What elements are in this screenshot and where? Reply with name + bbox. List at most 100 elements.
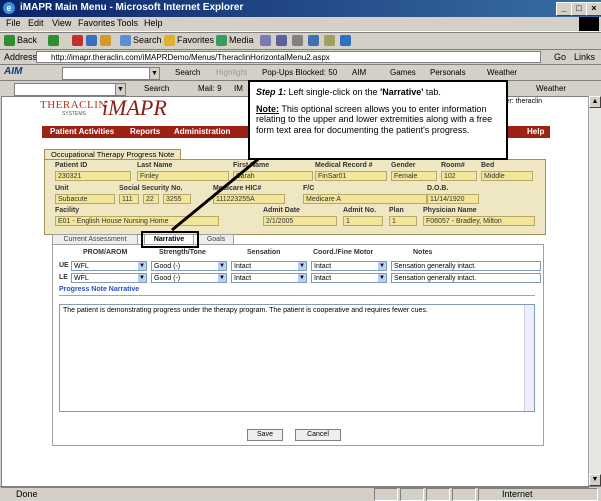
- window-title: iMAPR Main Menu - Microsoft Internet Exp…: [20, 2, 244, 13]
- aim-search-input[interactable]: ▼: [62, 67, 160, 80]
- col-sensation: Sensation: [247, 249, 281, 256]
- favorites-button[interactable]: Favorites: [177, 35, 214, 45]
- media-button[interactable]: Media: [229, 35, 254, 45]
- discuss-icon[interactable]: [324, 35, 335, 46]
- refresh-icon[interactable]: [86, 35, 97, 46]
- narrative-textarea[interactable]: The patient is demonstrating progress un…: [59, 304, 535, 412]
- mail-button[interactable]: Mail: 9: [198, 84, 222, 93]
- toolbar-search-input[interactable]: ▼: [14, 83, 126, 96]
- tab-panel: PROM/AROM Strength/Tone Sensation Coord.…: [52, 244, 544, 446]
- ue-notes-input[interactable]: Sensation generally intact.: [391, 261, 541, 271]
- search-icon[interactable]: [120, 35, 131, 46]
- patient-header: Patient ID 230321 Last Name Finley First…: [44, 159, 546, 235]
- callout-note-label: Note:: [256, 103, 279, 114]
- ue-sensation-select[interactable]: Intact ▼: [231, 261, 307, 271]
- le-coord-select[interactable]: Intact ▼: [311, 273, 387, 283]
- page-scrollbar[interactable]: ▲ ▼: [588, 96, 601, 486]
- ue-coord-select[interactable]: Intact ▼: [311, 261, 387, 271]
- scroll-up-icon[interactable]: ▲: [589, 96, 601, 108]
- le-sensation-value: Intact: [234, 275, 252, 282]
- chevron-down-icon: ▼: [298, 274, 306, 282]
- narrative-scrollbar[interactable]: [524, 305, 534, 411]
- col-coord: Coord./Fine Motor: [313, 249, 374, 256]
- title-bar: e iMAPR Main Menu - Microsoft Internet E…: [0, 0, 601, 17]
- media-icon[interactable]: [216, 35, 227, 46]
- room-field: 102: [441, 171, 477, 181]
- popups-blocked[interactable]: Pop-Ups Blocked: 50: [262, 68, 337, 77]
- print-icon[interactable]: [292, 35, 303, 46]
- chevron-down-icon: ▼: [115, 84, 125, 95]
- ue-strength-select[interactable]: Good (-) ▼: [151, 261, 227, 271]
- product-name: iMAPR: [102, 96, 167, 120]
- menu-help[interactable]: Help: [144, 18, 163, 28]
- le-strength-select[interactable]: Good (-) ▼: [151, 273, 227, 283]
- chevron-down-icon: ▼: [218, 274, 226, 282]
- save-button[interactable]: Save: [247, 429, 283, 441]
- menu-favorites[interactable]: Favorites: [78, 18, 115, 28]
- search-button[interactable]: Search: [133, 35, 162, 45]
- windows-logo-icon: [579, 17, 599, 31]
- gender-field: Female: [391, 171, 437, 181]
- stop-icon[interactable]: [72, 35, 83, 46]
- fc-label: F/C: [303, 185, 315, 192]
- le-strength-value: Good (-): [154, 275, 181, 282]
- aim-menu-button[interactable]: AIM: [352, 68, 366, 77]
- games-button[interactable]: Games: [390, 68, 416, 77]
- menu-edit[interactable]: Edit: [28, 18, 44, 28]
- nav-patient-activities[interactable]: Patient Activities: [50, 127, 114, 136]
- close-button[interactable]: ×: [586, 2, 601, 16]
- mail-icon[interactable]: [276, 35, 287, 46]
- menu-file[interactable]: File: [6, 18, 21, 28]
- ue-prom-select[interactable]: WFL ▼: [71, 261, 147, 271]
- scroll-down-icon[interactable]: ▼: [589, 474, 601, 486]
- forward-icon[interactable]: [48, 35, 59, 46]
- physician-field: F06057 - Bradley, Milton: [423, 216, 535, 226]
- im-button[interactable]: IM: [234, 84, 243, 93]
- status-text: Done: [16, 489, 38, 499]
- physician-label: Physician Name: [423, 207, 477, 214]
- cancel-button[interactable]: Cancel: [295, 429, 341, 441]
- dob-field: 11/14/1920: [427, 194, 479, 204]
- back-icon[interactable]: [4, 35, 15, 46]
- weather-button[interactable]: Weather: [487, 68, 517, 77]
- medical-record-label: Medical Record #: [315, 162, 373, 169]
- ue-prom-value: WFL: [74, 263, 89, 270]
- nav-administration[interactable]: Administration: [174, 127, 230, 136]
- maximize-button[interactable]: □: [571, 2, 587, 16]
- col-strength: Strength/Tone: [159, 249, 206, 256]
- aim-highlight-button[interactable]: Highlight: [216, 68, 247, 77]
- le-notes-input[interactable]: Sensation generally intact.: [391, 273, 541, 283]
- address-input[interactable]: http://imapr.theraclin.com/iMAPRDemo/Men…: [36, 51, 541, 63]
- logo-subtext: SYSTEMS: [62, 111, 86, 117]
- aim-search-button[interactable]: Search: [175, 68, 200, 77]
- nav-help[interactable]: Help: [527, 127, 544, 136]
- medical-record-field: FinSar01: [315, 171, 387, 181]
- minimize-button[interactable]: _: [556, 2, 572, 16]
- weather-button-2[interactable]: Weather: [536, 84, 566, 93]
- dob-label: D.O.B.: [427, 185, 449, 192]
- le-sensation-select[interactable]: Intact ▼: [231, 273, 307, 283]
- personals-button[interactable]: Personals: [430, 68, 466, 77]
- le-prom-select[interactable]: WFL ▼: [71, 273, 147, 283]
- le-prom-value: WFL: [74, 275, 89, 282]
- plan-label: Plan: [389, 207, 404, 214]
- row-label-le: LE: [59, 274, 68, 281]
- favorites-icon[interactable]: [164, 35, 175, 46]
- links-button[interactable]: Links: [574, 52, 595, 62]
- aim-brand[interactable]: AIM: [4, 66, 22, 77]
- menu-view[interactable]: View: [52, 18, 71, 28]
- messenger-icon[interactable]: [340, 35, 351, 46]
- callout-step-text: Left single-click on the: [286, 87, 381, 97]
- history-icon[interactable]: [260, 35, 271, 46]
- go-button[interactable]: Go: [554, 52, 566, 62]
- home-icon[interactable]: [100, 35, 111, 46]
- edit-icon[interactable]: [308, 35, 319, 46]
- col-prom: PROM/AROM: [83, 249, 128, 256]
- toolbar: Back Search Favorites Media: [0, 32, 601, 49]
- nav-reports[interactable]: Reports: [130, 127, 160, 136]
- back-button[interactable]: Back: [17, 35, 37, 45]
- menu-tools[interactable]: Tools: [117, 18, 138, 28]
- toolbar-search-button[interactable]: Search: [144, 84, 169, 93]
- row-label-ue: UE: [59, 262, 69, 269]
- callout-pointer: [171, 154, 263, 232]
